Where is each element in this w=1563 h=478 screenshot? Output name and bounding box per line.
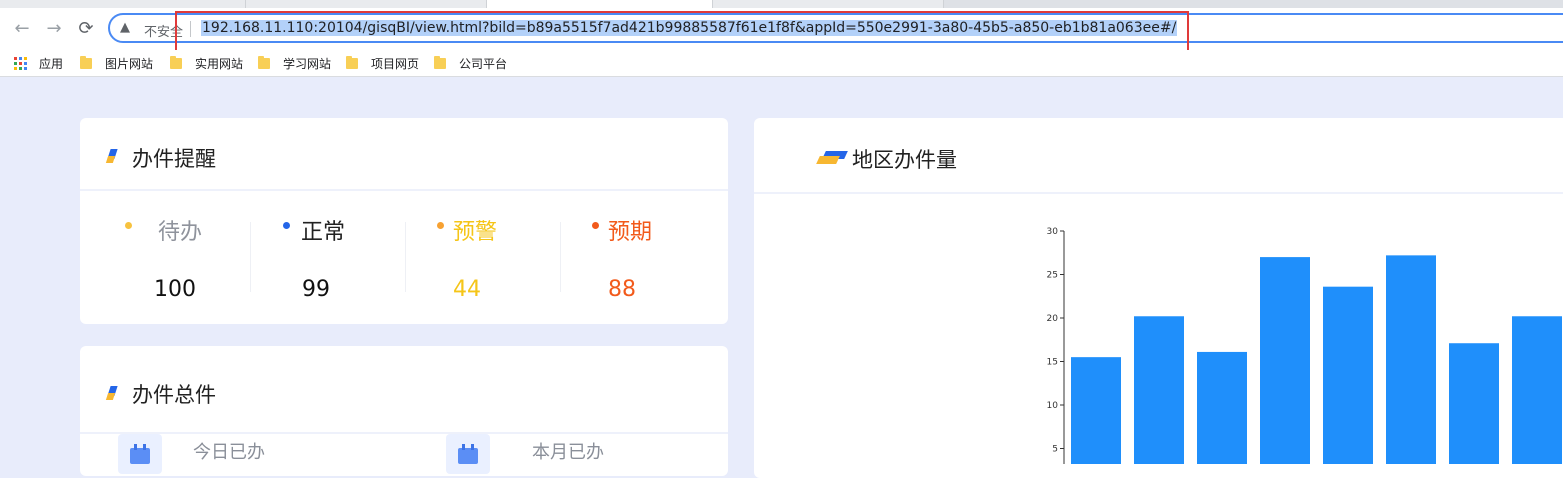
- arrow-left-icon[interactable]: ←: [10, 17, 34, 41]
- y-tick-label: 30: [1047, 227, 1059, 237]
- status-dot: [592, 222, 599, 229]
- folder-icon: [258, 55, 270, 69]
- browser-tab-active[interactable]: [487, 0, 713, 8]
- calendar-icon: [446, 434, 490, 474]
- warning-icon[interactable]: ▲: [120, 20, 130, 35]
- bar[interactable]: [1134, 316, 1184, 464]
- bar[interactable]: [1323, 286, 1373, 464]
- folder-icon: [434, 55, 446, 69]
- browser-tab[interactable]: [713, 0, 944, 8]
- bar[interactable]: [1512, 316, 1562, 464]
- apps-grid-icon: [14, 56, 27, 70]
- stat-value: 88: [608, 277, 636, 302]
- bookmark-label: 学习网站: [283, 56, 332, 71]
- calendar-icon: [118, 434, 162, 474]
- stat-label: 待办: [158, 220, 203, 245]
- card-header: 办件提醒: [80, 118, 728, 191]
- bookmark-folder[interactable]: 实用网站: [170, 54, 243, 72]
- card-header: 地区办件量: [754, 118, 1563, 194]
- card-title: 办件提醒: [132, 147, 216, 171]
- bar[interactable]: [1197, 351, 1247, 464]
- divider: [405, 222, 406, 292]
- folder-icon: [170, 55, 182, 69]
- bookmark-label: 应用: [39, 56, 64, 71]
- bar[interactable]: [1386, 255, 1436, 464]
- address-separator: [190, 21, 191, 37]
- total-card: 办件总件 今日已办 本月已办: [80, 346, 728, 476]
- bookmark-label: 实用网站: [195, 56, 244, 71]
- y-tick-label: 10: [1047, 401, 1059, 411]
- y-tick-label: 25: [1047, 271, 1058, 281]
- y-tick-label: 15: [1047, 358, 1058, 368]
- title-mark-icon: [816, 151, 848, 165]
- browser-toolbar: ← → ⟳ ▲ 不安全 192.168.11.110:20104/gisqBI/…: [0, 8, 1563, 50]
- reminder-card: 办件提醒 待办 100 正常 99 预警 44 预期 88: [80, 118, 728, 324]
- reload-icon[interactable]: ⟳: [74, 17, 98, 41]
- card-header: 办件总件: [80, 346, 728, 434]
- bookmark-folder[interactable]: 项目网页: [346, 54, 419, 72]
- bookmark-folder[interactable]: 公司平台: [434, 54, 507, 72]
- stat-warning[interactable]: 预警 44: [437, 214, 577, 324]
- bookmark-apps[interactable]: 应用: [14, 54, 63, 72]
- bookmarks-bar: 应用 图片网站 实用网站 学习网站 项目网页 公司平台: [0, 50, 1563, 77]
- tab-strip: [0, 0, 1563, 8]
- bar[interactable]: [1449, 343, 1499, 464]
- bookmark-folder[interactable]: 图片网站: [80, 54, 153, 72]
- bookmark-label: 公司平台: [459, 56, 508, 71]
- status-dot: [125, 222, 132, 229]
- folder-icon: [346, 55, 358, 69]
- card-title: 地区办件量: [852, 148, 957, 172]
- title-mark-icon: [105, 149, 119, 164]
- stat-label: 正常: [301, 220, 346, 245]
- browser-tab[interactable]: [246, 0, 487, 8]
- stat-overdue[interactable]: 预期 88: [592, 214, 732, 324]
- stat-label: 预期: [608, 220, 653, 245]
- stat-value: 99: [302, 277, 330, 302]
- bookmark-label: 图片网站: [105, 56, 154, 71]
- stat-normal[interactable]: 正常 99: [283, 214, 423, 324]
- folder-icon: [80, 55, 92, 69]
- stat-pending[interactable]: 待办 100: [125, 214, 265, 324]
- browser-tab[interactable]: [0, 0, 246, 8]
- security-label[interactable]: 不安全: [144, 21, 183, 40]
- today-done-label: 今日已办: [193, 442, 265, 463]
- bookmark-label: 项目网页: [371, 56, 420, 71]
- y-tick-label: 20: [1047, 314, 1059, 324]
- stat-value: 100: [154, 277, 196, 302]
- bookmark-folder[interactable]: 学习网站: [258, 54, 331, 72]
- divider: [250, 222, 251, 292]
- stat-value: 44: [453, 277, 481, 302]
- card-title: 办件总件: [132, 383, 216, 407]
- bar[interactable]: [1260, 257, 1310, 464]
- status-dot: [283, 222, 290, 229]
- month-done-label: 本月已办: [532, 442, 604, 463]
- divider: [560, 222, 561, 292]
- y-tick-label: 5: [1052, 445, 1058, 455]
- url-text[interactable]: 192.168.11.110:20104/gisqBI/view.html?bi…: [201, 20, 1178, 36]
- stat-label: 预警: [453, 220, 498, 245]
- title-mark-icon: [105, 386, 119, 401]
- arrow-right-icon[interactable]: →: [42, 17, 66, 41]
- address-bar[interactable]: ▲ 不安全 192.168.11.110:20104/gisqBI/view.h…: [108, 13, 1563, 43]
- region-bar-chart: 5 10 15 20 25 30: [1047, 227, 1562, 464]
- bar[interactable]: [1071, 357, 1121, 464]
- status-dot: [437, 222, 444, 229]
